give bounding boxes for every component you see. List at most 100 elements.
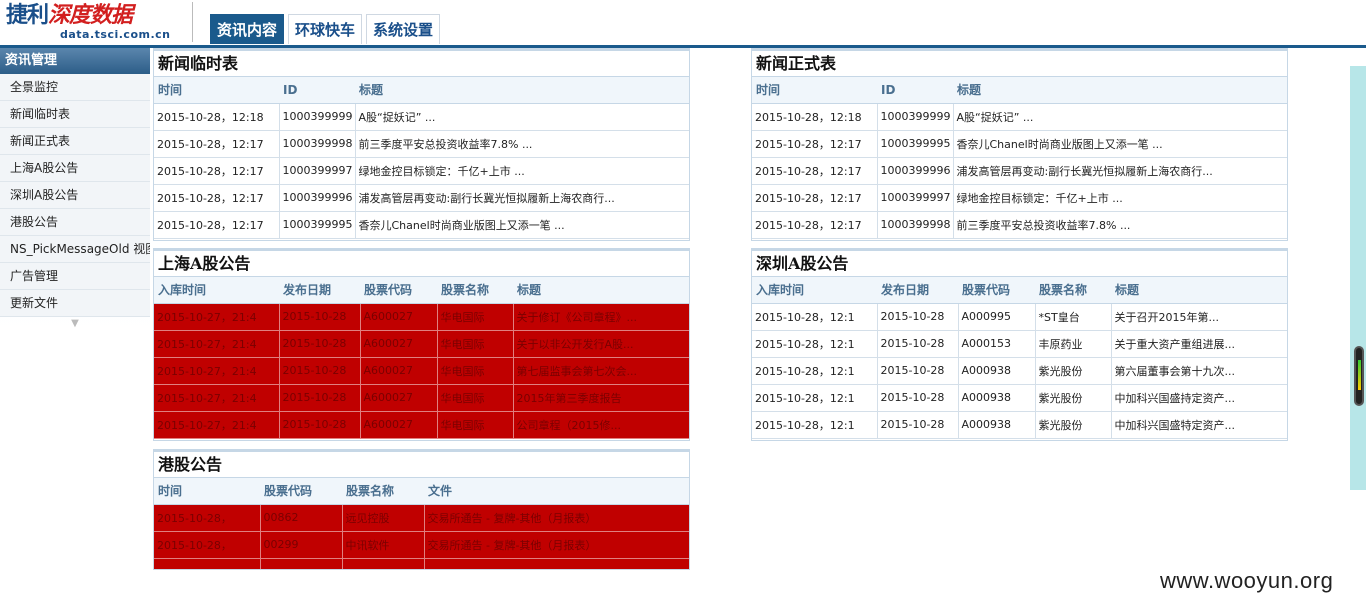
tab-system-settings[interactable]: 系统设置 bbox=[366, 14, 441, 44]
table-row[interactable]: 2015-10-28，12:1 2015-10-28 A000938 紫光股份 中加科兴… bbox=[752, 411, 1287, 439]
logo-domain: data.tsci.com.cn bbox=[60, 28, 171, 41]
col-header-title: 标题 bbox=[953, 77, 1287, 104]
sidebar-title: 资讯管理 bbox=[0, 48, 150, 74]
cell-stock-code: A600027 bbox=[360, 303, 438, 331]
table-row[interactable]: 2015-10-28，12:17 1000399995 香奈儿Chanel时尚商业版… bbox=[154, 211, 689, 239]
table-row[interactable]: 2015-10-28， 00299 中讯软件 交易所通告 - 复牌-其他（月报表） bbox=[154, 531, 689, 559]
table-row[interactable]: 2015-10-27，21:4 2015-10-28 A600027 华电国际 2015… bbox=[154, 384, 689, 412]
cell-title[interactable]: A股“捉妖记” ... bbox=[953, 103, 1287, 131]
cell-id: 1000399999 bbox=[877, 103, 954, 131]
cell-file[interactable]: 交易所通告 - 复牌-其他（月报表） bbox=[424, 531, 689, 559]
cell-time: 2015-10-28， bbox=[154, 531, 261, 559]
cell-stored-time: 2015-10-27，21:4 bbox=[154, 303, 280, 331]
table-row[interactable]: 2015-10-28，12:18 1000399999 A股“捉妖记” ... bbox=[752, 103, 1287, 131]
cell-time: 2015-10-28，12:17 bbox=[752, 130, 878, 158]
cell-file[interactable]: 交易所通告 - 复牌-其他（月报表） bbox=[424, 504, 689, 532]
table-row[interactable]: 2015-10-28，12:17 1000399995 香奈儿Chanel时尚商业版… bbox=[752, 130, 1287, 158]
scrollbar-thumb[interactable] bbox=[1354, 346, 1364, 406]
cell-title[interactable]: 浦发高管层再变动:副行长冀光恒拟履新上海农商行... bbox=[355, 184, 689, 212]
cell-title[interactable]: 第六届董事会第十九次... bbox=[1111, 357, 1287, 385]
cell-stock-code: A600027 bbox=[360, 411, 438, 439]
sidebar-item-pickmessage-view[interactable]: NS_PickMessageOld 视图 bbox=[0, 236, 150, 263]
expand-more-icon[interactable]: ▼ bbox=[0, 317, 150, 331]
cell-title[interactable]: 关于以非公开发行A股... bbox=[513, 330, 689, 358]
col-header-stock-code: 股票代码 bbox=[360, 277, 437, 304]
table-row[interactable]: 2015-10-28，12:17 1000399997 绿地金控目标锁定：千亿+上市… bbox=[752, 184, 1287, 212]
col-header-stored-time: 入库时间 bbox=[154, 277, 279, 304]
news-temp-table: 时间 ID 标题 2015-10-28，12:18 1000399999 A股“捉妖… bbox=[154, 77, 689, 239]
scrollbar-track[interactable] bbox=[1350, 66, 1366, 490]
cell-publish-date: 2015-10-28 bbox=[279, 411, 361, 439]
cell-title[interactable]: 2015年第三季度报告 bbox=[513, 384, 689, 412]
cell-id: 1000399998 bbox=[877, 211, 954, 239]
sidebar-item-sh-a[interactable]: 上海A股公告 bbox=[0, 155, 150, 182]
cell-title[interactable]: 绿地金控目标锁定：千亿+上市 ... bbox=[953, 184, 1287, 212]
watermark: www.wooyun.org bbox=[1160, 568, 1334, 593]
cell-publish-date: 2015-10-28 bbox=[877, 330, 959, 358]
cell-time: 2015-10-28，12:17 bbox=[154, 130, 280, 158]
sidebar-item-news-formal[interactable]: 新闻正式表 bbox=[0, 128, 150, 155]
table-row bbox=[154, 558, 689, 569]
panel-title: 新闻临时表 bbox=[154, 51, 689, 77]
panel-sz-a-announcements: 深圳A股公告 入库时间 发布日期 股票代码 股票名称 标题 2015-10-28… bbox=[751, 248, 1288, 441]
sidebar-item-update-files[interactable]: 更新文件 bbox=[0, 290, 150, 317]
cell-publish-date: 2015-10-28 bbox=[877, 303, 959, 331]
cell-stock-name: 华电国际 bbox=[437, 357, 514, 385]
panel-title: 新闻正式表 bbox=[752, 51, 1287, 77]
cell-stock-code: A600027 bbox=[360, 330, 438, 358]
table-row[interactable]: 2015-10-27，21:4 2015-10-28 A600027 华电国际 关于以非… bbox=[154, 330, 689, 358]
table-row[interactable]: 2015-10-28，12:18 1000399999 A股“捉妖记” ... bbox=[154, 103, 689, 131]
hk-table: 时间 股票代码 股票名称 文件 2015-10-28， 00862 远见控股 交易所通… bbox=[154, 478, 689, 569]
cell-title[interactable]: 第七届监事会第七次会... bbox=[513, 357, 689, 385]
panel-news-temp: 新闻临时表 时间 ID 标题 2015-10-28，12:18 100039999… bbox=[153, 48, 690, 241]
col-header-title: 标题 bbox=[1111, 277, 1287, 304]
sidebar-item-hk[interactable]: 港股公告 bbox=[0, 209, 150, 236]
table-row[interactable]: 2015-10-28，12:1 2015-10-28 A000995 *ST皇台 关于召… bbox=[752, 303, 1287, 331]
table-row[interactable]: 2015-10-28，12:17 1000399996 浦发高管层再变动:副行长冀光… bbox=[154, 184, 689, 212]
table-row[interactable]: 2015-10-28，12:17 1000399996 浦发高管层再变动:副行长冀光… bbox=[752, 157, 1287, 185]
table-row[interactable]: 2015-10-27，21:4 2015-10-28 A600027 华电国际 公司章程… bbox=[154, 411, 689, 439]
col-header-stock-name: 股票名称 bbox=[437, 277, 513, 304]
table-row[interactable]: 2015-10-28，12:17 1000399998 前三季度平安总投资收益率7.… bbox=[154, 130, 689, 158]
cell-title[interactable]: 中加科兴国盛特定资产... bbox=[1111, 411, 1287, 439]
cell-id: 1000399996 bbox=[279, 184, 356, 212]
cell-title[interactable]: 关于修订《公司章程》... bbox=[513, 303, 689, 331]
col-header-stock-name: 股票名称 bbox=[1035, 277, 1111, 304]
cell-stock-name: 华电国际 bbox=[437, 303, 514, 331]
tab-news-content[interactable]: 资讯内容 bbox=[210, 14, 285, 44]
cell-publish-date: 2015-10-28 bbox=[279, 303, 361, 331]
cell-title[interactable]: 香奈儿Chanel时尚商业版图上又添一笔 ... bbox=[355, 211, 689, 239]
col-header-id: ID bbox=[877, 77, 953, 104]
table-row[interactable]: 2015-10-28， 00862 远见控股 交易所通告 - 复牌-其他（月报表） bbox=[154, 504, 689, 532]
table-row[interactable]: 2015-10-27，21:4 2015-10-28 A600027 华电国际 第七届监… bbox=[154, 357, 689, 385]
cell-time: 2015-10-28， bbox=[154, 504, 261, 532]
table-row[interactable]: 2015-10-28，12:1 2015-10-28 A000938 紫光股份 第六届董… bbox=[752, 357, 1287, 385]
cell-title[interactable]: 前三季度平安总投资收益率7.8% ... bbox=[953, 211, 1287, 239]
cell-stock-name: 紫光股份 bbox=[1035, 384, 1112, 412]
cell-title[interactable]: 关于召开2015年第... bbox=[1111, 303, 1287, 331]
table-row[interactable]: 2015-10-28，12:1 2015-10-28 A000938 紫光股份 中加科兴… bbox=[752, 384, 1287, 412]
cell-title[interactable]: 中加科兴国盛持定资产... bbox=[1111, 384, 1287, 412]
sidebar-item-sz-a[interactable]: 深圳A股公告 bbox=[0, 182, 150, 209]
cell-title[interactable]: 绿地金控目标锁定：千亿+上市 ... bbox=[355, 157, 689, 185]
main-nav: 资讯内容 环球快车 系统设置 bbox=[210, 14, 444, 44]
cell-stored-time: 2015-10-27，21:4 bbox=[154, 384, 280, 412]
sidebar-item-ads[interactable]: 广告管理 bbox=[0, 263, 150, 290]
sidebar-item-overview[interactable]: 全景监控 bbox=[0, 74, 150, 101]
cell-title[interactable]: 关于重大资产重组进展... bbox=[1111, 330, 1287, 358]
table-row[interactable]: 2015-10-28，12:1 2015-10-28 A000153 丰原药业 关于重大… bbox=[752, 330, 1287, 358]
table-row[interactable]: 2015-10-28，12:17 1000399997 绿地金控目标锁定：千亿+上市… bbox=[154, 157, 689, 185]
cell-title[interactable]: 公司章程（2015修... bbox=[513, 411, 689, 439]
table-row[interactable]: 2015-10-28，12:17 1000399998 前三季度平安总投资收益率7.… bbox=[752, 211, 1287, 239]
cell-title[interactable]: 前三季度平安总投资收益率7.8% ... bbox=[355, 130, 689, 158]
table-row[interactable]: 2015-10-27，21:4 2015-10-28 A600027 华电国际 关于修订… bbox=[154, 303, 689, 331]
logo[interactable]: 捷利深度数据 data.tsci.com.cn bbox=[6, 2, 186, 44]
cell-id: 1000399997 bbox=[877, 184, 954, 212]
cell-title[interactable]: 香奈儿Chanel时尚商业版图上又添一笔 ... bbox=[953, 130, 1287, 158]
panel-hk-announcements: 港股公告 时间 股票代码 股票名称 文件 2015-10-28， 00862 远见控… bbox=[153, 449, 690, 570]
tab-global-express[interactable]: 环球快车 bbox=[288, 14, 363, 44]
cell-title[interactable]: A股“捉妖记” ... bbox=[355, 103, 689, 131]
sidebar-item-news-temp[interactable]: 新闻临时表 bbox=[0, 101, 150, 128]
cell-stock-code: A600027 bbox=[360, 357, 438, 385]
cell-title[interactable]: 浦发高管层再变动:副行长冀光恒拟履新上海农商行... bbox=[953, 157, 1287, 185]
